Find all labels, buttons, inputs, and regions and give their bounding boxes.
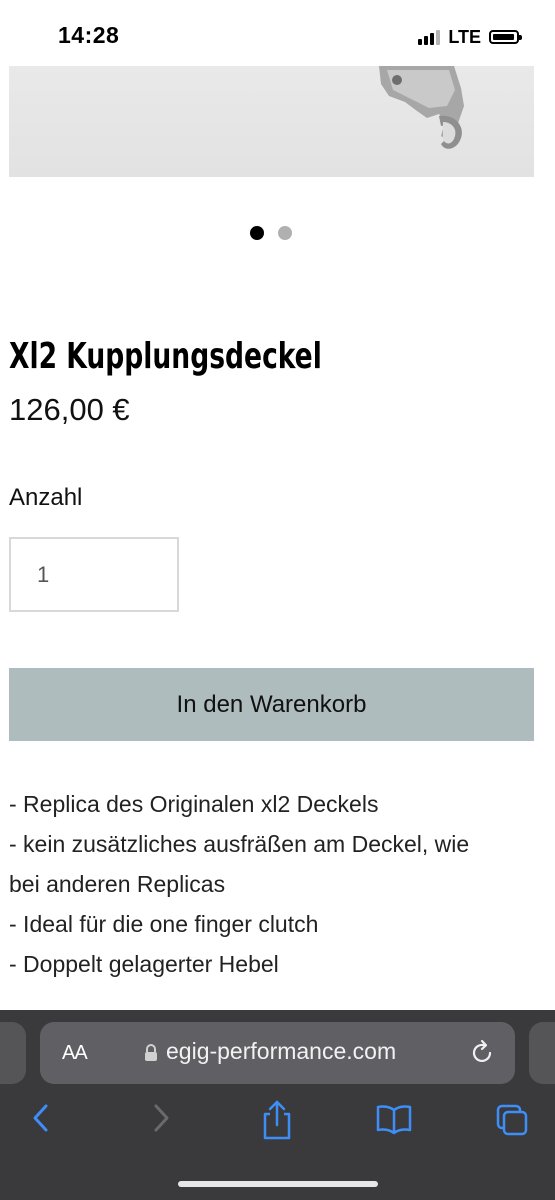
status-bar: 14:28 LTE	[0, 0, 555, 66]
quantity-field	[9, 537, 179, 612]
next-tab-preview[interactable]	[529, 1022, 555, 1084]
carousel-dot-2[interactable]	[278, 226, 292, 240]
tabs-icon[interactable]	[494, 1098, 530, 1138]
signal-icon	[418, 29, 441, 45]
battery-icon	[489, 30, 522, 44]
back-icon[interactable]	[30, 1098, 52, 1138]
reload-icon[interactable]	[471, 1039, 495, 1065]
description-line: - Doppelt gelagerter Hebel	[9, 951, 279, 977]
share-icon[interactable]	[260, 1098, 294, 1142]
description-line: - Replica des Originalen xl2 Deckels	[9, 791, 379, 817]
description-line: bei anderen Replicas	[9, 871, 226, 897]
address-bar[interactable]: AA egig-performance.com	[40, 1022, 515, 1084]
product-title: Xl2 Kupplungsdeckel	[9, 336, 322, 377]
product-price: 126,00 €	[9, 392, 130, 427]
clutch-cover-image	[379, 66, 464, 149]
home-indicator[interactable]	[178, 1181, 378, 1187]
url-text: egig-performance.com	[166, 1038, 397, 1064]
previous-tab-preview[interactable]	[0, 1022, 26, 1084]
browser-toolbar: AA egig-performance.com	[0, 1010, 555, 1200]
quantity-label: Anzahl	[9, 484, 83, 511]
forward-icon[interactable]	[150, 1098, 172, 1138]
quantity-input[interactable]	[11, 539, 177, 610]
product-description: - Replica des Originalen xl2 Deckels - k…	[9, 784, 544, 984]
carousel-pagination	[250, 226, 292, 240]
status-indicators: LTE	[418, 26, 522, 48]
navigation-toolbar	[0, 1098, 555, 1148]
bookmarks-icon[interactable]	[375, 1098, 413, 1138]
lock-icon	[145, 1044, 157, 1061]
description-line: - Ideal für die one finger clutch	[9, 911, 319, 937]
product-image[interactable]	[9, 66, 534, 177]
description-line: - kein zusätzliches ausfräßen am Deckel,…	[9, 831, 470, 857]
text-size-button[interactable]: AA	[62, 1042, 88, 1065]
status-time: 14:28	[58, 22, 120, 48]
network-label: LTE	[448, 26, 481, 47]
carousel-dot-1[interactable]	[250, 226, 264, 240]
add-to-cart-button[interactable]: In den Warenkorb	[9, 668, 534, 741]
